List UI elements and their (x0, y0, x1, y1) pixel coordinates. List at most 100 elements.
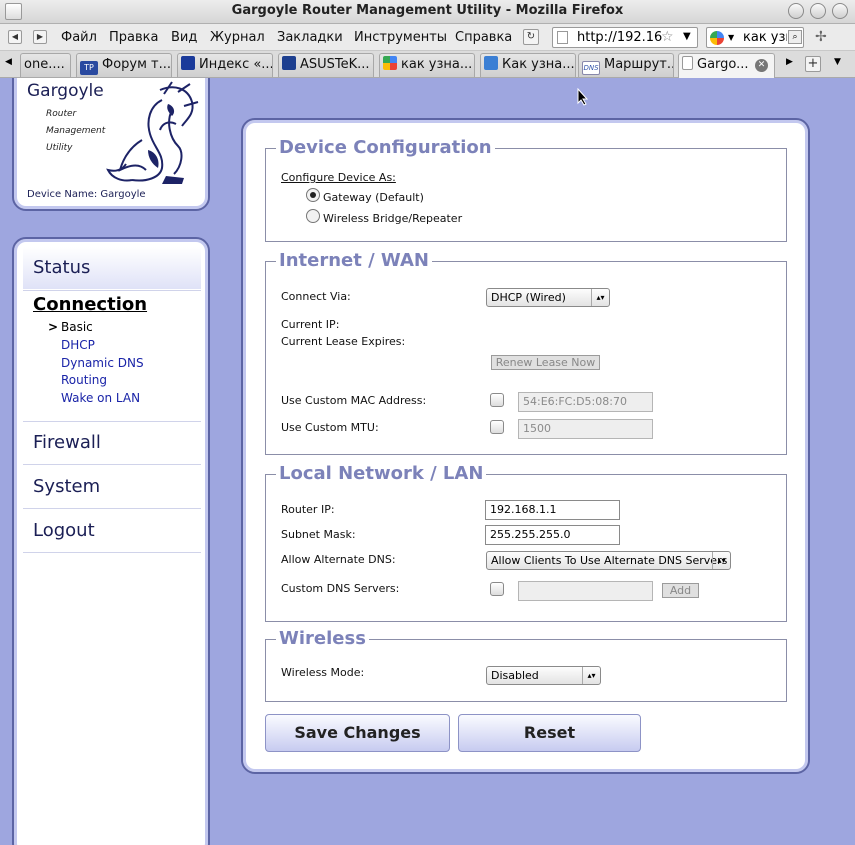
current-ip-label: Current IP: (281, 318, 340, 331)
tab-4[interactable]: ASUSTeK... (278, 53, 374, 77)
page-icon (557, 31, 568, 44)
current-page-marker: > (48, 320, 59, 334)
gargoyle-logo-icon (106, 81, 199, 184)
bridge-label: Wireless Bridge/Repeater (323, 212, 463, 225)
reset-button[interactable]: Reset (458, 714, 641, 752)
mouse-cursor-icon (577, 88, 589, 106)
logo-title: Gargoyle (27, 81, 104, 101)
tab-7[interactable]: DNS Маршрут... (578, 53, 674, 77)
close-window-button[interactable] (832, 3, 848, 19)
nav-panel: Status Connection > Basic DHCP Dynamic D… (12, 237, 210, 845)
device-config-legend: Device Configuration (276, 137, 495, 158)
engine-dropdown-icon[interactable]: ▼ (728, 33, 734, 42)
nav-separator (23, 464, 201, 465)
search-text: как узн (743, 30, 787, 45)
connect-via-select[interactable]: DHCP (Wired) ▴▾ (486, 288, 610, 307)
device-name: Device Name: Gargoyle (27, 189, 146, 200)
custom-dns-checkbox[interactable] (490, 582, 504, 596)
tab-6[interactable]: Как узна... (480, 53, 576, 77)
wireless-section: Wireless Wireless Mode: Disabled ▴▾ (265, 628, 787, 702)
alt-dns-label: Allow Alternate DNS: (281, 553, 396, 566)
tab-scroll-right-icon[interactable]: ▶ (786, 57, 793, 67)
nav-separator (23, 508, 201, 509)
bridge-radio[interactable] (306, 209, 320, 223)
custom-dns-input[interactable] (518, 581, 653, 601)
all-tabs-icon[interactable]: ▼ (834, 57, 841, 67)
new-tab-icon[interactable]: + (805, 56, 821, 72)
nav-sub-basic[interactable]: Basic (61, 320, 93, 334)
wan-section: Internet / WAN Connect Via: DHCP (Wired)… (265, 250, 787, 455)
google-site-icon (383, 56, 397, 70)
updown-arrow-icon: ▴▾ (591, 289, 609, 306)
wan-legend: Internet / WAN (276, 250, 432, 271)
dns-site-icon: DNS (582, 61, 600, 75)
wireless-legend: Wireless (276, 628, 369, 649)
page-icon (682, 56, 693, 70)
menu-view[interactable]: Вид (171, 30, 197, 45)
custom-mac-checkbox[interactable] (490, 393, 504, 407)
close-tab-icon[interactable]: ✕ (755, 59, 768, 72)
nav-logout[interactable]: Logout (23, 511, 201, 551)
tab-2[interactable]: TP Форум т... (76, 53, 172, 77)
configure-device-label: Configure Device As: (281, 171, 396, 184)
menu-edit[interactable]: Правка (109, 30, 158, 45)
subnet-mask-input[interactable]: 255.255.255.0 (485, 525, 620, 545)
url-dropdown-icon[interactable]: ▼ (683, 31, 691, 42)
google-engine-icon[interactable] (710, 31, 724, 45)
url-bar[interactable]: http://192.16 ☆ ▼ (552, 27, 698, 48)
alt-dns-select[interactable]: Allow Clients To Use Alternate DNS Serve… (486, 551, 731, 570)
logo-line-utility: Utility (46, 143, 73, 153)
addon-icon[interactable]: ✢ (815, 29, 827, 45)
updown-arrow-icon: ▴▾ (582, 667, 600, 684)
nav-connection[interactable]: Connection (23, 294, 201, 315)
bookmark-star-icon[interactable]: ☆ (661, 29, 674, 45)
router-ip-label: Router IP: (281, 503, 335, 516)
tab-1[interactable]: one.... (20, 53, 71, 77)
nav-sub-routing[interactable]: Routing (61, 373, 107, 387)
back-arrow-icon[interactable]: ◀ (8, 30, 22, 44)
add-dns-button[interactable]: Add (662, 583, 699, 598)
nav-separator (23, 552, 201, 553)
menu-bookmarks[interactable]: Закладки (277, 30, 343, 45)
nav-firewall[interactable]: Firewall (23, 423, 201, 463)
menu-bar: ◀ ▶ Файл Правка Вид Журнал Закладки Инст… (0, 24, 855, 51)
device-config-section: Device Configuration Configure Device As… (265, 137, 787, 242)
lease-expires-label: Current Lease Expires: (281, 335, 406, 348)
forward-arrow-icon[interactable]: ▶ (33, 30, 47, 44)
reload-icon[interactable]: ↻ (523, 29, 539, 45)
menu-help[interactable]: Справка (455, 30, 512, 45)
search-icon[interactable]: ⌕ (788, 30, 802, 44)
router-ip-input[interactable]: 192.168.1.1 (485, 500, 620, 520)
search-bar[interactable]: ▼ как узн ⌕ (706, 27, 804, 48)
tab-5[interactable]: как узна... (379, 53, 475, 77)
custom-mac-input[interactable]: 54:E6:FC:D5:08:70 (518, 392, 653, 412)
main-panel: Device Configuration Configure Device As… (241, 118, 810, 774)
nav-sub-dynamic-dns[interactable]: Dynamic DNS (61, 356, 144, 370)
custom-mtu-input[interactable]: 1500 (518, 419, 653, 439)
tab-3[interactable]: Индекс «... (177, 53, 273, 77)
menu-file[interactable]: Файл (61, 30, 97, 45)
wireless-mode-select[interactable]: Disabled ▴▾ (486, 666, 601, 685)
forum-site-icon: TP (80, 61, 98, 75)
renew-lease-button[interactable]: Renew Lease Now (491, 355, 600, 370)
nav-system[interactable]: System (23, 467, 201, 507)
save-changes-button[interactable]: Save Changes (265, 714, 450, 752)
lan-legend: Local Network / LAN (276, 463, 487, 484)
nav-status[interactable]: Status (23, 247, 201, 289)
subnet-mask-label: Subnet Mask: (281, 528, 356, 541)
lan-section: Local Network / LAN Router IP: 192.168.1… (265, 463, 787, 622)
menu-history[interactable]: Журнал (210, 30, 265, 45)
nav-separator (23, 290, 201, 291)
tab-8-active[interactable]: Gargo... ✕ (678, 53, 775, 78)
logo-line-router: Router (46, 109, 77, 119)
page-content: Gargoyle Router Management Utility Devic… (0, 78, 855, 845)
menu-tools[interactable]: Инструменты (354, 30, 447, 45)
maximize-button[interactable] (810, 3, 826, 19)
custom-mtu-checkbox[interactable] (490, 420, 504, 434)
tab-scroll-left-icon[interactable]: ◀ (5, 57, 12, 67)
nav-sub-wake-on-lan[interactable]: Wake on LAN (61, 391, 140, 405)
gateway-radio[interactable] (306, 188, 320, 202)
nav-sub-dhcp[interactable]: DHCP (61, 338, 95, 352)
minimize-button[interactable] (788, 3, 804, 19)
asus-site-icon (282, 56, 296, 70)
